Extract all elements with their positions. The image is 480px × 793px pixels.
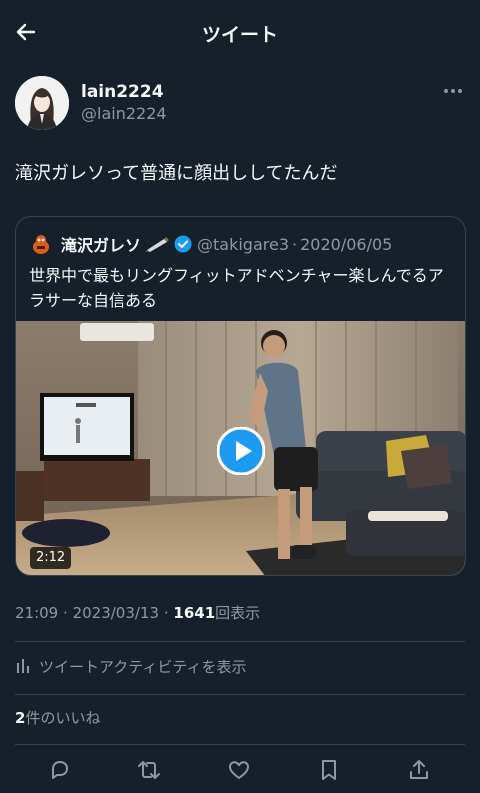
likes-count-link[interactable]: 2件のいいね xyxy=(15,707,100,728)
tweet-action-bar xyxy=(0,755,480,785)
likes-label: 件のいいね xyxy=(25,709,101,727)
quoted-display-name: 滝沢ガレソ xyxy=(61,236,142,255)
retweet-button[interactable] xyxy=(136,757,162,783)
quoted-text: 世界中で最もリングフィットアドベンチャー楽しんでるアラサーな自信ある xyxy=(29,266,444,310)
bookmark-button[interactable] xyxy=(316,757,342,783)
quoted-avatar[interactable] xyxy=(29,232,53,256)
reply-icon xyxy=(52,761,68,779)
bookmark-icon xyxy=(322,760,336,780)
likes-count: 2 xyxy=(15,709,26,727)
views-count: 1641 xyxy=(173,604,216,622)
author-names: lain2224 @lain2224 xyxy=(81,81,167,125)
play-button-icon[interactable] xyxy=(217,427,265,475)
retweet-icon xyxy=(138,761,160,779)
avatar-illustration xyxy=(15,76,69,130)
divider xyxy=(15,744,465,745)
more-dots-icon xyxy=(444,89,462,93)
verified-badge-icon xyxy=(174,235,192,253)
tweet-time[interactable]: 21:09 xyxy=(15,604,58,622)
like-button[interactable] xyxy=(226,757,252,783)
quoted-separator: · xyxy=(292,234,298,254)
analytics-icon xyxy=(17,659,29,673)
quoted-tweet-header: 滝沢ガレソ @takigare3 · 2020/06/05 xyxy=(29,231,455,257)
avatar[interactable] xyxy=(15,76,69,130)
views-label: 回表示 xyxy=(215,604,261,622)
video-player[interactable]: 2:12 xyxy=(16,321,465,575)
tweet-date[interactable]: 2023/03/13 xyxy=(73,604,159,622)
like-icon xyxy=(229,761,249,779)
tweet-author: lain2224 @lain2224 xyxy=(15,75,465,131)
video-duration: 2:12 xyxy=(30,547,72,569)
meta-separator: · xyxy=(163,604,169,622)
quoted-tweet[interactable]: 滝沢ガレソ @takigare3 · 2020/06/05 世界中で最もリングフ… xyxy=(15,216,466,576)
tweet-activity-label: ツイートアクティビティを表示 xyxy=(39,657,247,676)
reply-button[interactable] xyxy=(47,757,73,783)
share-icon xyxy=(410,760,428,779)
top-bar: ツイート xyxy=(0,0,480,66)
back-button[interactable] xyxy=(8,14,44,50)
tweet-activity-link[interactable]: ツイートアクティビティを表示 xyxy=(15,654,246,678)
quoted-handle: @takigare3 xyxy=(197,234,290,254)
divider xyxy=(15,641,465,642)
author-handle[interactable]: @lain2224 xyxy=(81,103,167,125)
page-title: ツイート xyxy=(201,23,278,46)
more-options-button[interactable] xyxy=(441,81,465,101)
quoted-date: 2020/06/05 xyxy=(300,234,393,254)
arrow-left-icon xyxy=(16,23,36,41)
author-display-name[interactable]: lain2224 xyxy=(81,81,167,103)
divider xyxy=(15,694,465,695)
meta-separator: · xyxy=(63,604,68,622)
tweet-metadata: 21:09 · 2023/03/13 · 1641回表示 xyxy=(15,602,260,623)
pen-emoji-icon xyxy=(145,237,170,252)
share-button[interactable] xyxy=(406,757,432,783)
tweet-text: 滝沢ガレソって普通に顔出ししてたんだ xyxy=(15,163,338,184)
